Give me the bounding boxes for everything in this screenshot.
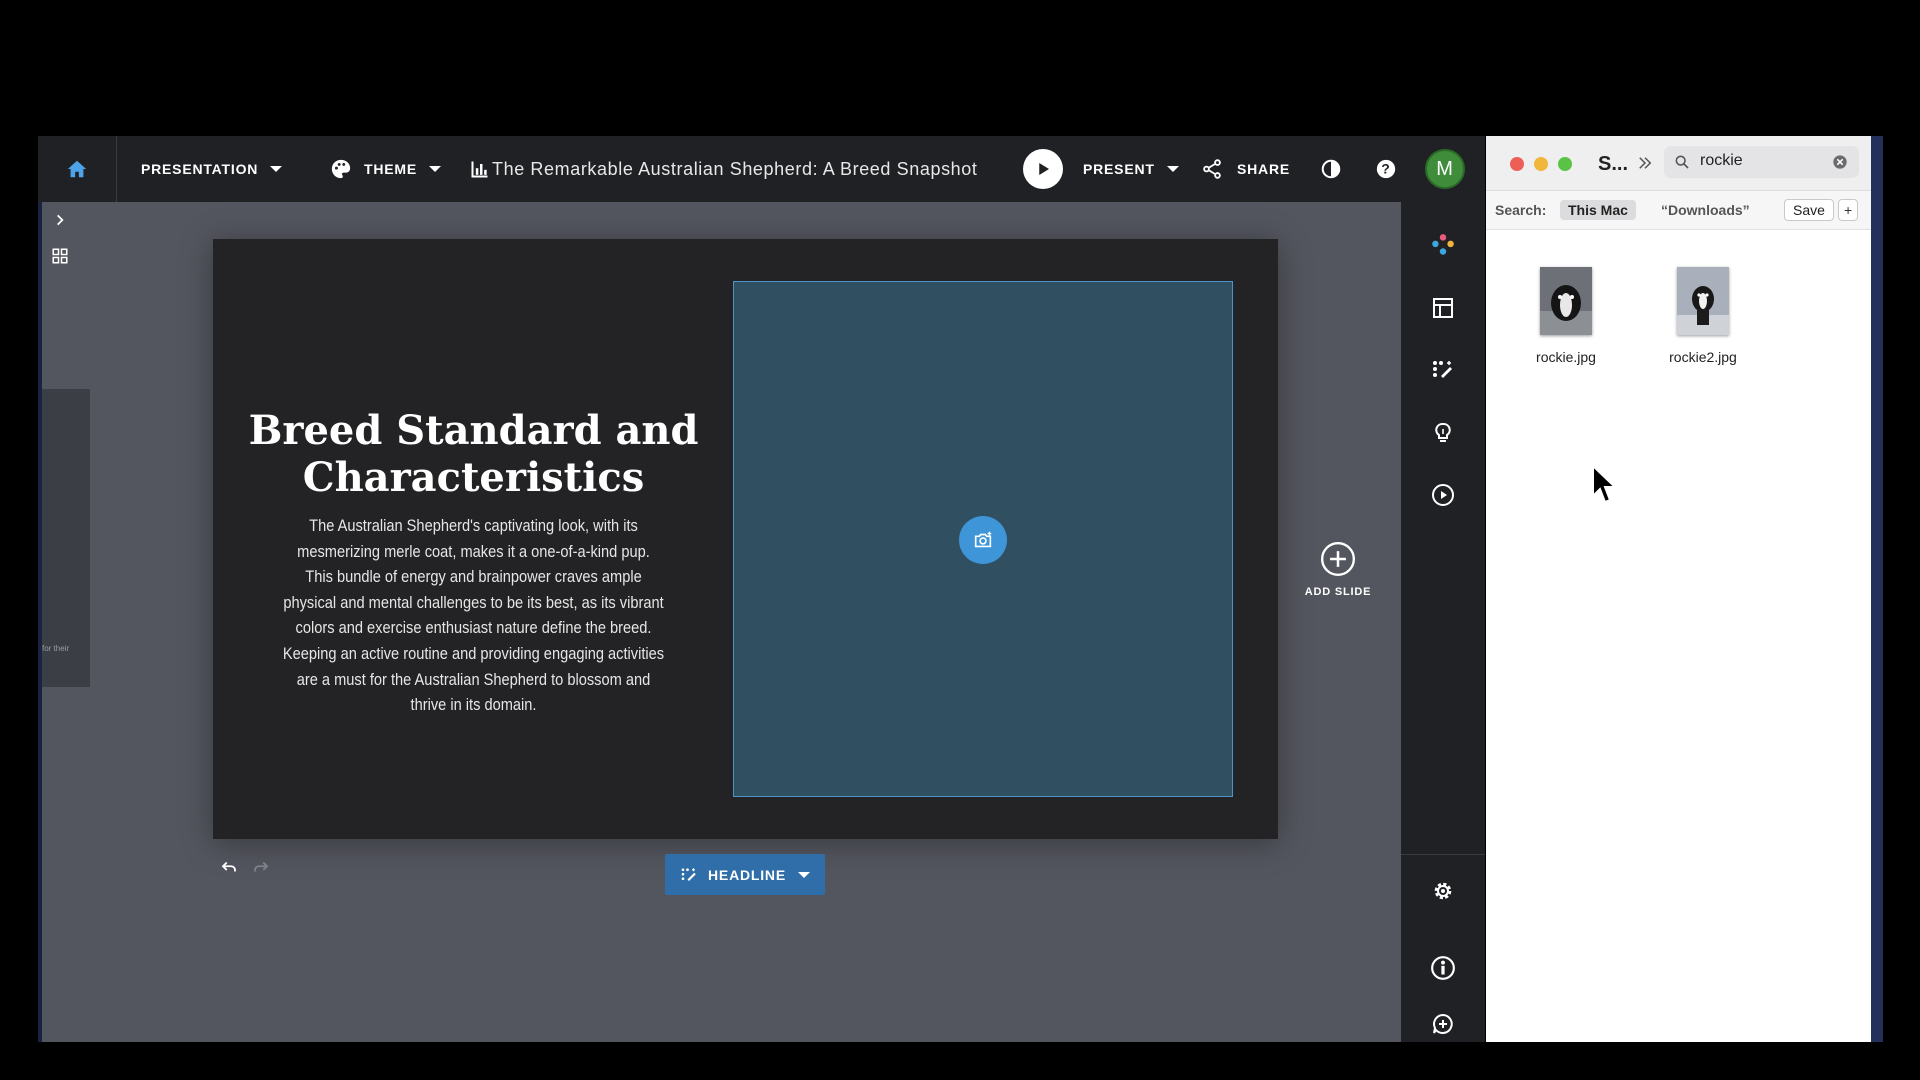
presentation-menu-label: PRESENTATION bbox=[141, 161, 259, 177]
zoom-window-button[interactable] bbox=[1558, 157, 1572, 171]
contrast-icon bbox=[1321, 159, 1341, 179]
play-button[interactable] bbox=[1023, 149, 1063, 189]
palette-icon bbox=[331, 159, 351, 179]
chevron-down-icon bbox=[270, 166, 283, 172]
search-scope-label: Search: bbox=[1495, 202, 1547, 218]
comments-button[interactable] bbox=[1423, 1004, 1463, 1042]
scope-downloads-button[interactable]: “Downloads” bbox=[1653, 200, 1758, 220]
layout-icon bbox=[1433, 298, 1453, 318]
gear-icon bbox=[1434, 882, 1452, 900]
svg-text:?: ? bbox=[1381, 162, 1390, 177]
previous-slide-thumbnail[interactable] bbox=[42, 389, 90, 687]
layout-magic-icon bbox=[1433, 361, 1452, 378]
thumbnail-text: for their bbox=[42, 644, 70, 653]
search-input-value[interactable]: rockie bbox=[1700, 152, 1743, 170]
present-button[interactable]: PRESENT bbox=[1023, 136, 1179, 202]
dog-photo-icon bbox=[1540, 267, 1592, 335]
chevron-down-icon bbox=[797, 871, 810, 878]
headline-label: HEADLINE bbox=[708, 866, 786, 883]
finder-window-title: S... bbox=[1598, 153, 1629, 175]
chart-icon bbox=[471, 161, 488, 178]
slide-body-text[interactable]: The Australian Shepherd's captivating lo… bbox=[282, 513, 665, 718]
home-button[interactable] bbox=[38, 136, 117, 202]
finder-search-window: S... rockie Search: This Mac “Downloads”… bbox=[1486, 136, 1871, 1042]
clear-search-icon[interactable] bbox=[1832, 154, 1848, 170]
slide-title[interactable]: Breed Standard and Characteristics bbox=[241, 407, 706, 501]
file-name: rockie2.jpg bbox=[1669, 349, 1737, 365]
grid-icon bbox=[52, 248, 68, 264]
headline-layout-button[interactable]: HEADLINE bbox=[665, 854, 825, 895]
add-criteria-button[interactable]: + bbox=[1838, 199, 1859, 221]
file-item[interactable]: rockie2.jpg bbox=[1643, 267, 1763, 365]
play-circle-icon bbox=[1432, 484, 1454, 506]
add-circle-icon bbox=[1320, 541, 1356, 577]
add-slide-label: ADD SLIDE bbox=[1304, 586, 1372, 598]
finder-title-bar: S... rockie bbox=[1486, 136, 1871, 191]
help-button[interactable]: ? bbox=[1375, 136, 1397, 202]
search-scope-bar: Search: This Mac “Downloads” Save + bbox=[1486, 191, 1871, 230]
redo-button[interactable] bbox=[252, 858, 272, 878]
scope-this-mac-button[interactable]: This Mac bbox=[1560, 200, 1636, 220]
home-icon bbox=[67, 160, 87, 178]
chevron-right-icon bbox=[57, 214, 64, 226]
colorful-dots-icon bbox=[1432, 234, 1454, 255]
ideas-button[interactable] bbox=[1423, 413, 1463, 453]
accessibility-icon bbox=[1431, 956, 1455, 980]
ai-assistant-button[interactable] bbox=[1423, 225, 1463, 265]
lightbulb-icon bbox=[1435, 422, 1451, 442]
double-chevron-right-icon bbox=[1639, 157, 1652, 169]
camera-icon bbox=[974, 531, 992, 548]
share-icon bbox=[1203, 159, 1221, 179]
mouse-cursor-icon bbox=[1592, 464, 1618, 504]
right-tool-rail bbox=[1401, 202, 1485, 1042]
presentation-title-text: The Remarkable Australian Shepherd: A Br… bbox=[492, 158, 978, 179]
presentation-title[interactable]: The Remarkable Australian Shepherd: A Br… bbox=[470, 136, 978, 202]
file-name: rockie.jpg bbox=[1536, 349, 1596, 365]
chevron-down-icon bbox=[1166, 166, 1179, 172]
chevron-down-icon bbox=[429, 166, 441, 172]
undo-button[interactable] bbox=[220, 858, 240, 878]
top-toolbar: PRESENTATION THEME The Remarkable Austra… bbox=[38, 136, 1485, 202]
minimize-window-button[interactable] bbox=[1534, 157, 1548, 171]
dog-photo-icon bbox=[1677, 267, 1729, 335]
rail-divider bbox=[1401, 854, 1485, 855]
play-icon bbox=[1039, 163, 1049, 175]
avatar: M bbox=[1425, 149, 1465, 189]
grid-view-button[interactable] bbox=[50, 246, 70, 266]
accessibility-button[interactable] bbox=[1423, 948, 1463, 988]
chat-add-icon bbox=[1433, 1013, 1453, 1034]
undo-icon bbox=[221, 861, 236, 872]
add-image-button[interactable] bbox=[959, 516, 1007, 564]
file-thumbnail bbox=[1540, 267, 1592, 335]
image-placeholder[interactable] bbox=[733, 281, 1233, 797]
file-item[interactable]: rockie.jpg bbox=[1506, 267, 1626, 365]
slide-canvas[interactable]: Breed Standard and Characteristics The A… bbox=[213, 239, 1278, 839]
search-field[interactable]: rockie bbox=[1664, 146, 1859, 178]
settings-button[interactable] bbox=[1423, 871, 1463, 911]
add-slide-button[interactable]: ADD SLIDE bbox=[1300, 540, 1376, 598]
theme-menu-label: THEME bbox=[364, 161, 417, 177]
design-suggestions-button[interactable] bbox=[1423, 350, 1463, 390]
presentation-app-window: PRESENTATION THEME The Remarkable Austra… bbox=[38, 136, 1485, 1042]
search-icon bbox=[1675, 155, 1689, 169]
theme-menu[interactable]: THEME bbox=[330, 136, 441, 202]
desktop-background bbox=[1871, 136, 1883, 1042]
close-window-button[interactable] bbox=[1510, 157, 1524, 171]
presentation-menu[interactable]: PRESENTATION bbox=[141, 136, 283, 202]
animation-button[interactable] bbox=[1423, 475, 1463, 515]
file-thumbnail bbox=[1677, 267, 1729, 335]
help-icon: ? bbox=[1376, 159, 1396, 179]
layout-button[interactable] bbox=[1423, 288, 1463, 328]
user-avatar-button[interactable]: M bbox=[1425, 136, 1465, 202]
contrast-button[interactable] bbox=[1320, 136, 1342, 202]
share-label: SHARE bbox=[1237, 161, 1291, 177]
redo-icon bbox=[254, 861, 269, 872]
more-toolbar-button[interactable] bbox=[1636, 154, 1654, 172]
save-search-button[interactable]: Save bbox=[1784, 199, 1834, 221]
present-label: PRESENT bbox=[1083, 161, 1155, 177]
share-button[interactable]: SHARE bbox=[1201, 136, 1290, 202]
expand-panel-button[interactable] bbox=[50, 210, 70, 230]
layout-magic-icon bbox=[681, 867, 696, 881]
